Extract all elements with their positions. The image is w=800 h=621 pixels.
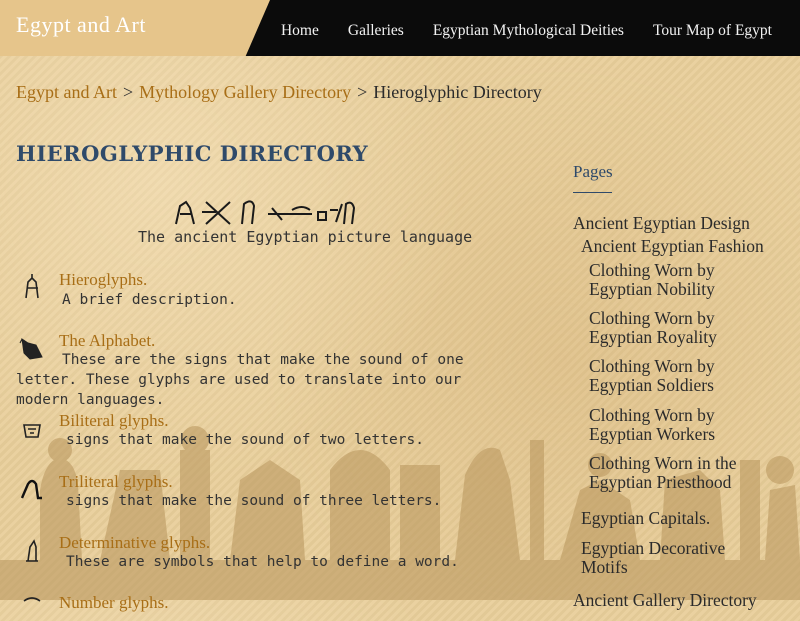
breadcrumb-current: Hieroglyphic Directory bbox=[373, 82, 542, 102]
ankh-curve-glyph-icon bbox=[20, 479, 42, 500]
sidebar-item-clothing-soldiers[interactable]: Clothing Worn by Egyptian Soldiers bbox=[589, 357, 749, 395]
page-title: HIEROGLYPHIC DIRECTORY bbox=[16, 141, 369, 166]
sidebar-item-ancient-gallery-directory[interactable]: Ancient Gallery Directory bbox=[573, 591, 757, 610]
entry-link-biliteral[interactable]: Biliteral glyphs. bbox=[59, 411, 169, 431]
entry-description: These are symbols that help to define a … bbox=[66, 554, 459, 570]
sidebar-heading: Pages bbox=[573, 162, 613, 181]
sidebar-item-clothing-workers[interactable]: Clothing Worn by Egyptian Workers bbox=[589, 406, 749, 444]
entry-description: signs that make the sound of two letters… bbox=[66, 432, 424, 448]
sidebar-item-decorative-motifs[interactable]: Egyptian Decorative Motifs bbox=[581, 539, 741, 577]
entry-description: A brief description. bbox=[62, 292, 237, 308]
breadcrumb-separator: > bbox=[123, 82, 134, 102]
entry-description: These are the signs that make the sound … bbox=[16, 352, 464, 408]
breadcrumb-mythology-gallery[interactable]: Mythology Gallery Directory bbox=[139, 82, 351, 102]
seated-man-glyph-icon bbox=[25, 274, 39, 299]
nav-tour-map[interactable]: Tour Map of Egypt bbox=[653, 22, 772, 40]
sidebar-item-clothing-nobility[interactable]: Clothing Worn by Egyptian Nobility bbox=[589, 261, 749, 299]
nav-home[interactable]: Home bbox=[281, 22, 319, 40]
sidebar-item-ancient-egyptian-design[interactable]: Ancient Egyptian Design bbox=[573, 214, 750, 233]
sidebar-item-ancient-egyptian-fashion[interactable]: Ancient Egyptian Fashion bbox=[581, 237, 764, 256]
entry-link-determinative[interactable]: Determinative glyphs. bbox=[59, 533, 210, 553]
nav-mythological-deities[interactable]: Egyptian Mythological Deities bbox=[433, 22, 624, 40]
entry-link-number[interactable]: Number glyphs. bbox=[59, 593, 169, 613]
entry-link-alphabet[interactable]: The Alphabet. bbox=[59, 331, 155, 351]
basket-glyph-icon bbox=[23, 424, 41, 438]
page-subtitle: The ancient Egyptian picture language bbox=[138, 228, 473, 246]
main-nav: Home Galleries Egyptian Mythological Dei… bbox=[252, 22, 772, 40]
sidebar-item-clothing-priesthood[interactable]: Clothing Worn in the Egyptian Priesthood bbox=[589, 454, 759, 492]
entry-link-triliteral[interactable]: Triliteral glyphs. bbox=[59, 472, 173, 492]
breadcrumb-separator: > bbox=[357, 82, 368, 102]
seated-figure-glyph-icon bbox=[26, 539, 38, 562]
entry-description: signs that make the sound of three lette… bbox=[66, 493, 442, 509]
sidebar-item-egyptian-capitals[interactable]: Egyptian Capitals. bbox=[581, 509, 710, 528]
breadcrumb-egypt-and-art[interactable]: Egypt and Art bbox=[16, 82, 117, 102]
entry-link-hieroglyphs[interactable]: Hieroglyphs. bbox=[59, 270, 147, 290]
breadcrumb: Egypt and Art > Mythology Gallery Director… bbox=[16, 82, 542, 103]
number-glyph-icon bbox=[23, 597, 41, 602]
top-header: Egypt and Art Home Galleries Egyptian My… bbox=[0, 0, 800, 56]
brand-logo-link[interactable]: Egypt and Art bbox=[16, 12, 146, 38]
hieroglyph-banner-icon bbox=[175, 200, 356, 225]
nav-galleries[interactable]: Galleries bbox=[348, 22, 404, 40]
sidebar-heading-underline bbox=[573, 192, 612, 193]
sidebar-item-clothing-royality[interactable]: Clothing Worn by Egyptian Royality bbox=[589, 309, 749, 347]
